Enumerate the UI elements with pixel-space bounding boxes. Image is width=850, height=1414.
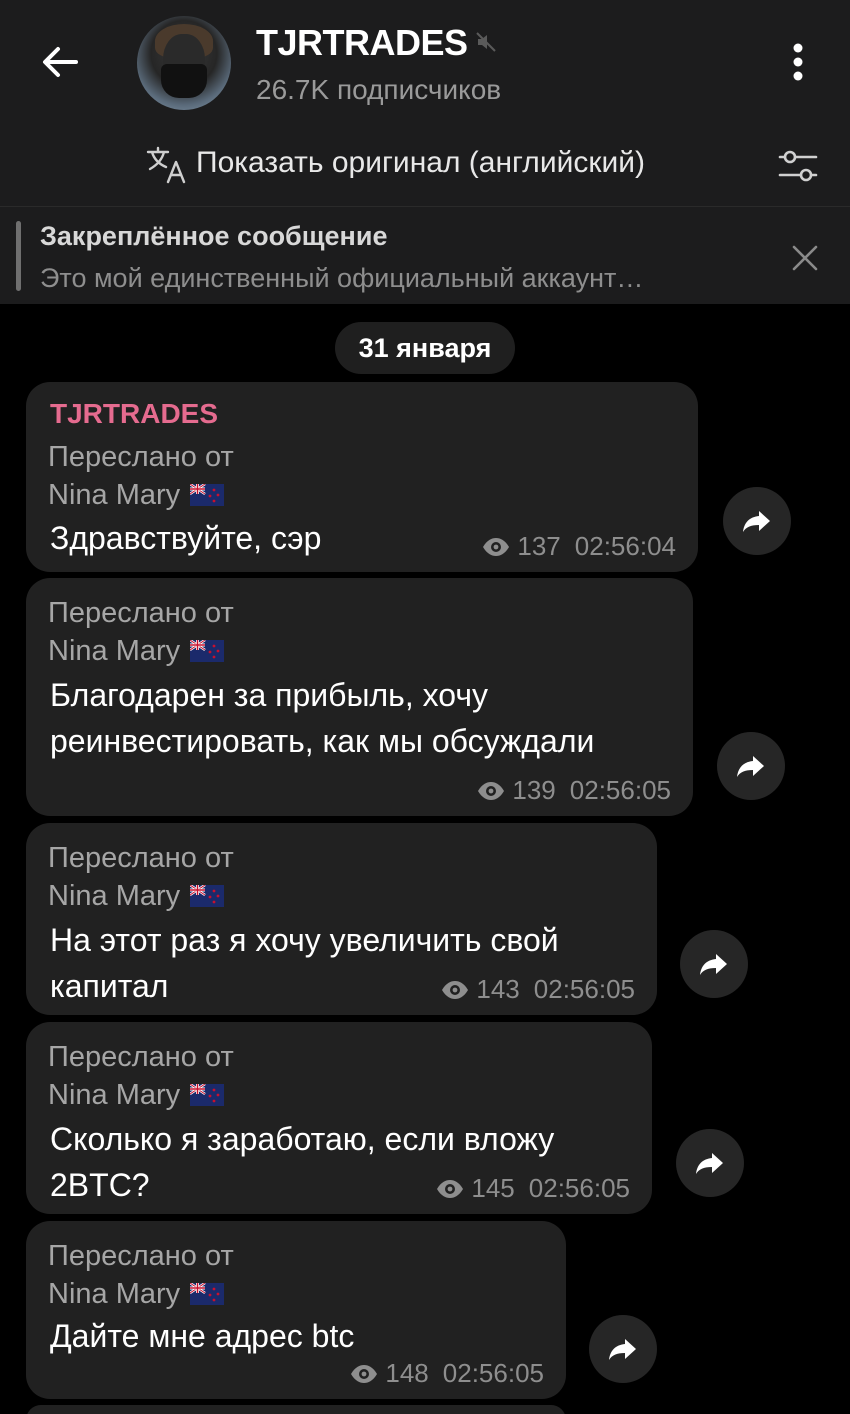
channel-avatar[interactable] [137, 16, 231, 110]
new-zealand-flag-icon [190, 484, 225, 506]
forwarded-name[interactable]: Nina Mary [48, 476, 180, 514]
pinned-text: Это мой единственный официальный аккаунт… [40, 263, 644, 293]
eye-icon [437, 1180, 464, 1198]
view-count: 137 [517, 531, 561, 561]
more-vertical-icon[interactable] [784, 38, 812, 86]
eye-icon [478, 782, 505, 800]
message-text: Дайте мне адрес btc [50, 1318, 355, 1354]
close-icon[interactable] [788, 241, 822, 275]
pinned-message[interactable]: Закреплённое сообщение Это мой единствен… [0, 206, 850, 304]
new-zealand-flag-icon [190, 885, 225, 907]
arrow-left-icon[interactable] [36, 38, 84, 86]
share-arrow-icon [700, 954, 727, 975]
forwarded-header[interactable]: Переслано от Nina Mary [48, 594, 234, 670]
forwarded-header[interactable]: Переслано от Nina Mary [48, 438, 234, 514]
pinned-indicator [16, 221, 21, 291]
view-count: 139 [512, 775, 556, 805]
eye-icon [351, 1365, 378, 1383]
new-zealand-flag-icon [190, 1283, 225, 1305]
message-meta: 137 02:56:04 [481, 531, 676, 562]
message-bubble[interactable]: Переслано от Nina Mary Сколько я заработ… [26, 1022, 652, 1214]
new-zealand-flag-icon [190, 640, 225, 662]
share-arrow-icon [609, 1339, 636, 1360]
subscriber-count: 26.7K подписчиков [256, 74, 502, 105]
view-count: 148 [385, 1358, 429, 1388]
message-meta: 139 02:56:05 [476, 775, 671, 806]
share-button[interactable] [723, 487, 791, 555]
muted-icon [476, 32, 496, 52]
message-time: 02:56:05 [569, 775, 671, 805]
forwarded-name[interactable]: Nina Mary [48, 632, 180, 670]
share-button[interactable] [589, 1315, 657, 1383]
share-button[interactable] [680, 930, 748, 998]
forwarded-header[interactable]: Переслано от Nina Mary [48, 1237, 234, 1313]
settings-sliders-icon[interactable] [776, 146, 820, 186]
message-text: Благодарен за прибыль, хочу реинвестиров… [50, 677, 595, 759]
share-button[interactable] [717, 732, 785, 800]
message-bubble[interactable]: Переслано от Nina Mary На этот раз я хоч… [26, 823, 657, 1015]
date-separator: 31 января [335, 322, 515, 374]
view-count: 143 [476, 974, 520, 1004]
forwarded-name[interactable]: Nina Mary [48, 877, 180, 915]
eye-icon [483, 538, 510, 556]
chat-header: TJRTRADES 26.7K подписчиков [0, 0, 850, 124]
message-meta: 148 02:56:05 [349, 1358, 544, 1389]
forwarded-name[interactable]: Nina Mary [48, 1275, 180, 1313]
forwarded-label: Переслано от [48, 1041, 234, 1073]
share-button[interactable] [676, 1129, 744, 1197]
sender-name[interactable]: TJRTRADES [50, 398, 218, 430]
message-time: 02:56:05 [442, 1358, 544, 1388]
translate-bar[interactable]: Показать оригинал (английский) [0, 124, 850, 206]
forwarded-header[interactable]: Переслано от Nina Mary [48, 839, 234, 915]
message-meta: 143 02:56:05 [440, 974, 635, 1005]
pinned-title: Закреплённое сообщение [40, 221, 388, 251]
message-bubble[interactable]: Переслано от Nina Mary Дайте мне адрес b… [26, 1221, 566, 1399]
share-arrow-icon [743, 511, 770, 532]
message-time: 02:56:04 [574, 531, 676, 561]
share-arrow-icon [696, 1153, 723, 1174]
channel-title[interactable]: TJRTRADES [256, 22, 468, 64]
new-zealand-flag-icon [190, 1084, 225, 1106]
forwarded-name[interactable]: Nina Mary [48, 1076, 180, 1114]
forwarded-label: Переслано от [48, 441, 234, 473]
message-time: 02:56:05 [533, 974, 635, 1004]
message-meta: 145 02:56:05 [435, 1173, 630, 1204]
eye-icon [442, 981, 469, 999]
forwarded-label: Переслано от [48, 1240, 234, 1272]
show-original-label[interactable]: Показать оригинал (английский) [196, 146, 645, 180]
forwarded-header[interactable]: Переслано от Nina Mary [48, 1038, 234, 1114]
message-bubble[interactable] [26, 1405, 566, 1414]
view-count: 145 [471, 1173, 515, 1203]
message-bubble[interactable]: Переслано от Nina Mary Благодарен за при… [26, 578, 693, 816]
message-time: 02:56:05 [528, 1173, 630, 1203]
translate-icon [146, 146, 186, 184]
message-text: Здравствуйте, сэр [50, 520, 322, 556]
forwarded-label: Переслано от [48, 597, 234, 629]
share-arrow-icon [737, 756, 764, 777]
message-bubble[interactable]: TJRTRADES Переслано от Nina Mary Здравст… [26, 382, 698, 572]
forwarded-label: Переслано от [48, 842, 234, 874]
